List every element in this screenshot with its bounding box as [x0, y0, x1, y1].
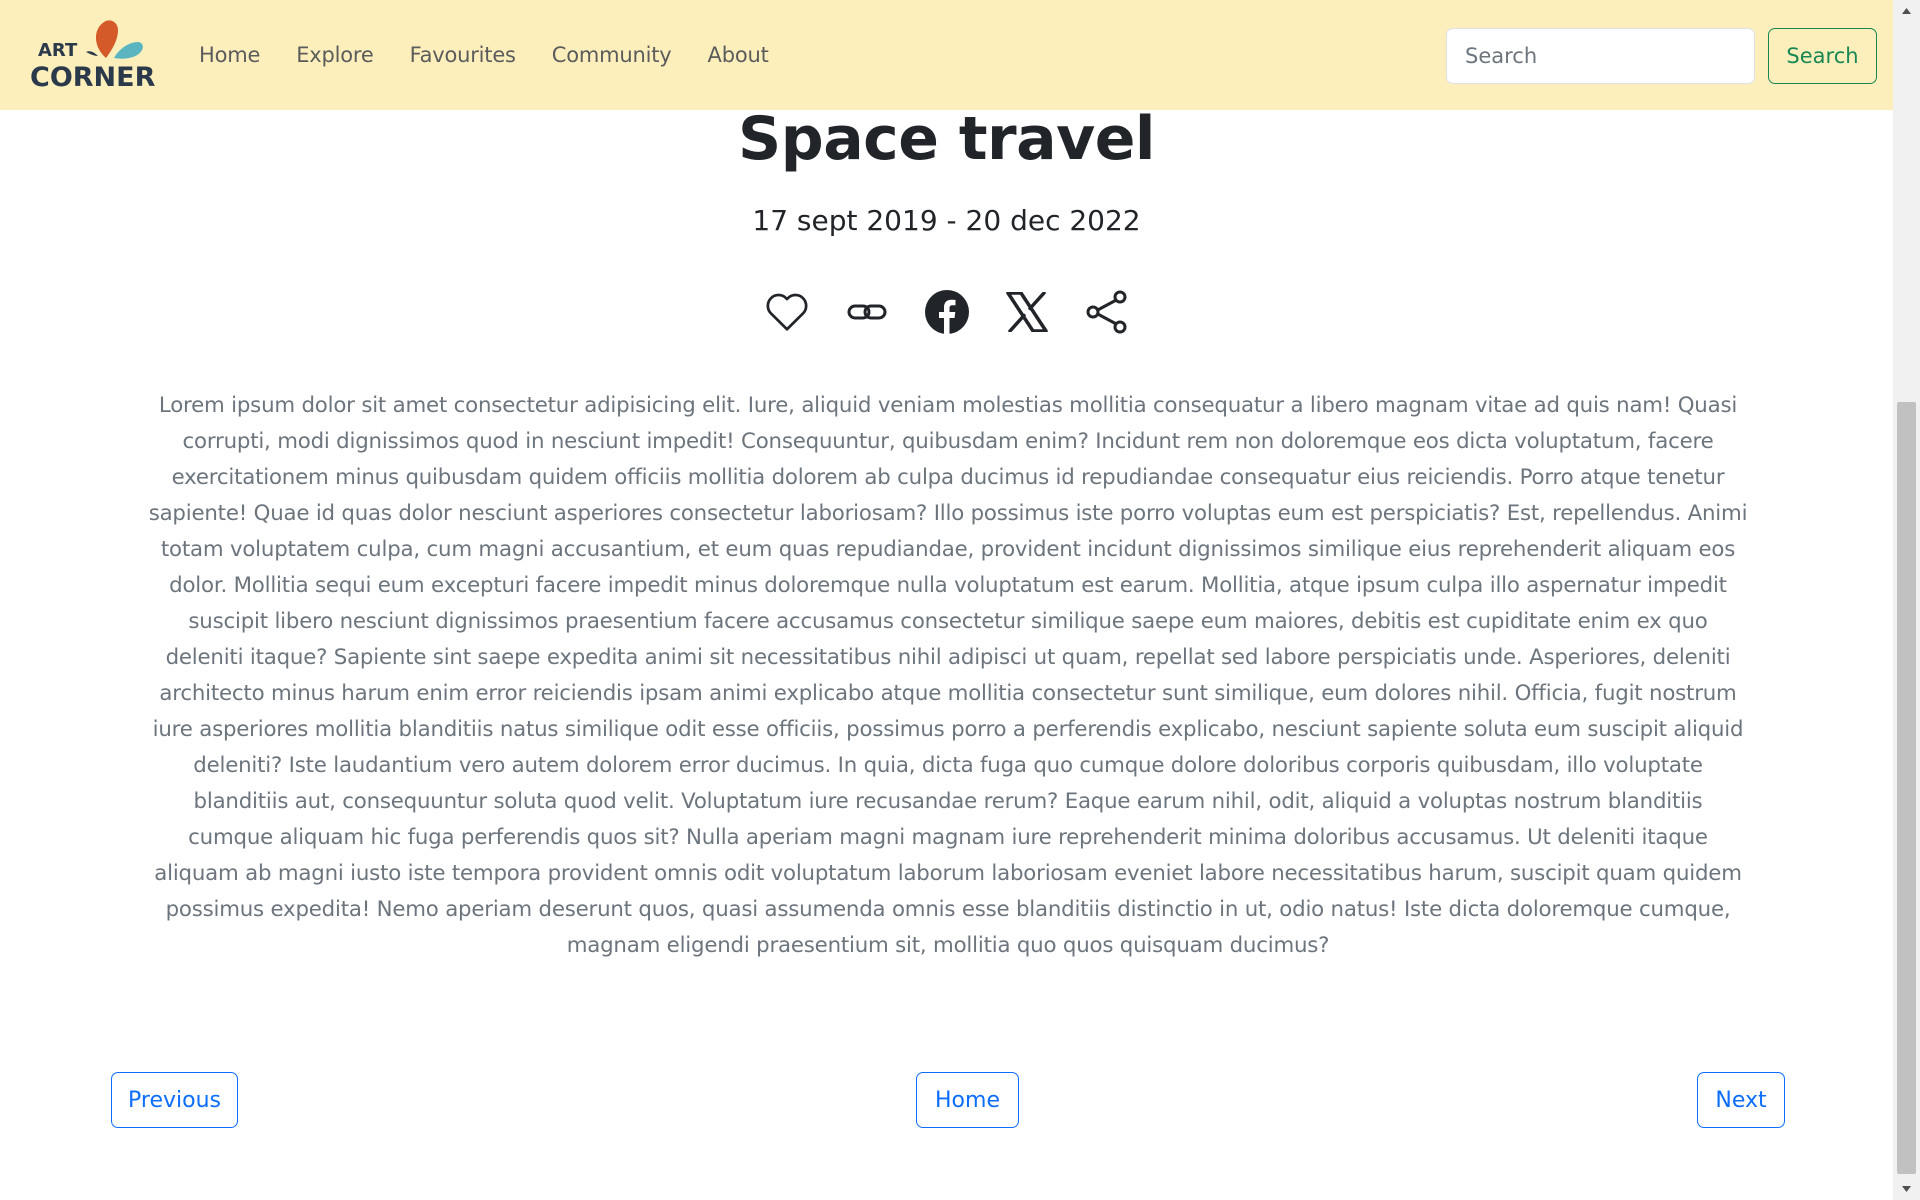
vertical-scrollbar[interactable] [1893, 0, 1920, 1200]
facebook-icon[interactable] [922, 288, 972, 336]
home-button[interactable]: Home [916, 1072, 1019, 1128]
nav-link-home[interactable]: Home [181, 43, 278, 67]
navbar: ART CORNER Home Explore Favourites Commu… [0, 0, 1893, 110]
search-button[interactable]: Search [1768, 28, 1877, 84]
previous-button[interactable]: Previous [111, 1072, 238, 1128]
search-input[interactable] [1446, 28, 1755, 84]
page: ART CORNER Home Explore Favourites Commu… [0, 0, 1893, 1200]
nav-links: Home Explore Favourites Community About [181, 0, 787, 110]
art-corner-logo-icon: ART CORNER [30, 20, 156, 92]
action-icons [0, 288, 1893, 336]
scroll-up-arrow-icon[interactable] [1893, 0, 1920, 22]
nav-link-favourites[interactable]: Favourites [392, 43, 534, 67]
x-twitter-icon[interactable] [1002, 288, 1052, 336]
date-range: 17 sept 2019 - 20 dec 2022 [752, 204, 1141, 237]
brand-line2: CORNER [30, 62, 156, 92]
nav-link-explore[interactable]: Explore [278, 43, 391, 67]
brand-line1: ART [38, 40, 78, 61]
page-title: Space travel [738, 104, 1155, 174]
scroll-down-arrow-icon[interactable] [1893, 1178, 1920, 1200]
heart-icon[interactable] [762, 288, 812, 336]
nav-link-about[interactable]: About [690, 43, 787, 67]
next-button[interactable]: Next [1697, 1072, 1785, 1128]
article-body: Lorem ipsum dolor sit amet consectetur a… [148, 393, 1748, 958]
nav-link-community[interactable]: Community [534, 43, 690, 67]
share-icon[interactable] [1082, 288, 1132, 336]
scrollbar-thumb[interactable] [1897, 402, 1916, 1174]
link-icon[interactable] [842, 288, 892, 336]
brand-logo[interactable]: ART CORNER [28, 18, 156, 92]
